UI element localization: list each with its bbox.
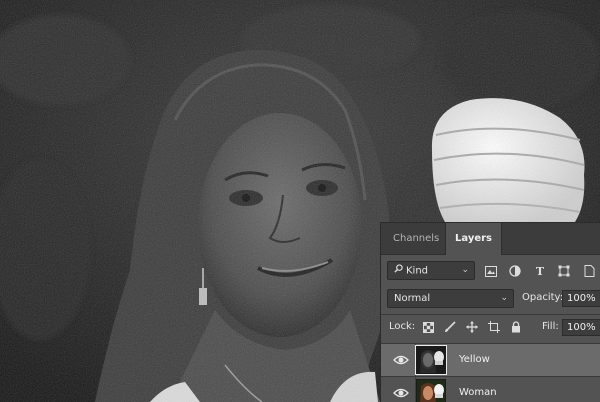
chevron-down-icon: ⌄	[500, 293, 508, 303]
fill-label: Fill:	[542, 321, 559, 332]
blend-mode-dropdown[interactable]: Normal ⌄	[387, 289, 514, 308]
lock-paint-icon[interactable]	[443, 320, 457, 334]
layer-row-woman[interactable]: Woman	[381, 376, 600, 402]
search-icon	[394, 262, 403, 279]
lock-label: Lock:	[389, 321, 416, 332]
layer-name-woman[interactable]: Woman	[459, 387, 497, 398]
visibility-eye-icon[interactable]	[393, 387, 409, 399]
divider	[381, 314, 600, 315]
blend-mode-value: Normal	[394, 293, 431, 304]
layers-panel: Channels Layers Kind ⌄ T Normal ⌄ Opacit	[380, 222, 600, 402]
lock-position-icon[interactable]	[465, 320, 479, 334]
layer-thumbnail-woman	[416, 379, 446, 402]
tab-channels[interactable]: Channels	[384, 223, 448, 254]
opacity-input[interactable]: 100%	[562, 290, 600, 307]
type-filter-icon[interactable]: T	[533, 264, 547, 278]
adjustment-filter-icon[interactable]	[508, 264, 522, 278]
lock-transparent-icon[interactable]	[421, 320, 435, 334]
lock-all-icon[interactable]	[509, 320, 523, 334]
tab-layers[interactable]: Layers	[445, 223, 502, 255]
panel-tab-bar: Channels Layers	[381, 223, 600, 255]
chevron-down-icon: ⌄	[461, 265, 469, 275]
lock-row: Lock: Fill: 100%	[381, 317, 600, 339]
layer-name-yellow[interactable]: Yellow	[459, 354, 490, 365]
opacity-label: Opacity:	[522, 292, 564, 303]
filter-row: Kind ⌄ T	[381, 261, 600, 283]
shape-filter-icon[interactable]	[557, 264, 571, 278]
lock-artboard-icon[interactable]	[487, 320, 501, 334]
layer-row-yellow[interactable]: Yellow	[381, 343, 600, 377]
filter-kind-value: Kind	[406, 265, 429, 277]
image-filter-icon[interactable]	[484, 264, 498, 278]
visibility-eye-icon[interactable]	[393, 354, 409, 366]
blend-row: Normal ⌄ Opacity: 100%	[381, 289, 600, 311]
fill-input[interactable]: 100%	[562, 319, 600, 336]
layer-thumbnail-yellow	[415, 345, 447, 375]
filter-kind-dropdown[interactable]: Kind ⌄	[387, 261, 475, 280]
smart-object-filter-icon[interactable]	[582, 264, 596, 278]
